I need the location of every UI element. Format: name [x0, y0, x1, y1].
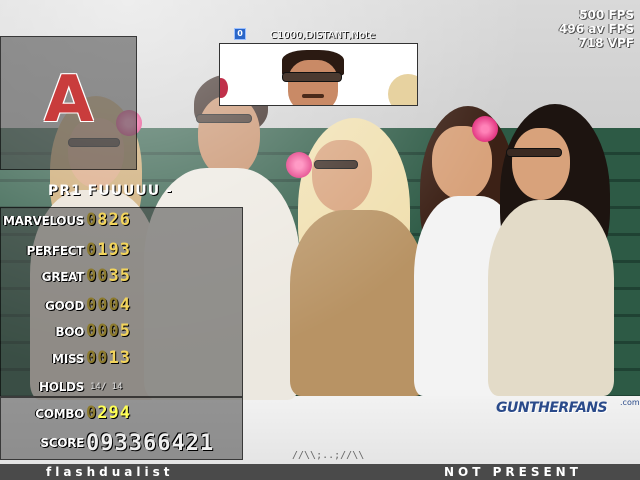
- grade-letter: A: [44, 63, 94, 137]
- site-watermark: GUNTHERFANS: [496, 400, 608, 416]
- holds-label: HOLDS: [39, 380, 84, 394]
- combo-label: COMBO: [35, 407, 84, 421]
- banner-face: [282, 50, 344, 105]
- modifiers-text: C1000,DISTANT,Note: [270, 30, 376, 41]
- judgment-count-good: 0004: [86, 295, 131, 315]
- judgment-count-great: 0035: [86, 266, 131, 286]
- player-two-status: NOT PRESENT: [444, 465, 582, 479]
- judgment-label-perfect: PERFECT: [26, 244, 84, 258]
- score-value: 093366421: [86, 431, 215, 456]
- judgment-count-boo: 0005: [86, 321, 131, 341]
- player-name: PR1 FUUUUU -: [48, 183, 173, 199]
- center-glyphs: //\\;..;//\\: [292, 450, 365, 461]
- judgment-label-miss: MISS: [52, 352, 84, 366]
- holds-value: 14/ 14: [90, 382, 123, 392]
- judgment-label-great: GREAT: [41, 270, 85, 284]
- player-one-name: flashdualist: [46, 465, 174, 479]
- judgment-count-marvelous: 0826: [86, 210, 131, 230]
- score-label: SCORE: [40, 436, 84, 450]
- fps-counter: 500 FPS: [579, 8, 634, 22]
- song-banner: [219, 43, 418, 106]
- judgment-label-boo: BOO: [55, 325, 84, 339]
- judgment-label-good: GOOD: [44, 299, 84, 313]
- judgment-count-perfect: 0193: [86, 240, 131, 260]
- judgment-label-marvelous: MARVELOUS: [2, 214, 84, 228]
- judgment-count-miss: 0013: [86, 348, 131, 368]
- difficulty-badge: 0: [234, 28, 246, 40]
- average-fps: 496 av FPS: [559, 22, 634, 36]
- vpf-counter: 718 VPF: [578, 36, 634, 50]
- site-watermark-suffix: .com: [620, 398, 640, 407]
- max-combo-value: 0294: [86, 403, 131, 423]
